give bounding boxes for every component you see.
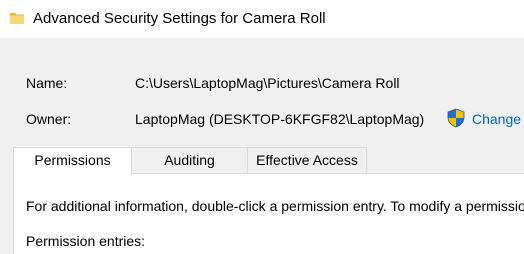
tab-effective-access-label: Effective Access: [256, 152, 358, 168]
tab-permissions-label: Permissions: [34, 152, 111, 168]
tab-strip: Permissions Auditing Effective Access: [13, 147, 524, 175]
folder-icon: [10, 13, 24, 24]
tab-auditing[interactable]: Auditing: [131, 147, 248, 173]
tab-permissions[interactable]: Permissions: [13, 147, 132, 175]
name-label: Name:: [26, 75, 68, 91]
tab-auditing-label: Auditing: [164, 152, 215, 168]
change-owner-link[interactable]: Change: [472, 110, 521, 128]
uac-shield-icon: [447, 108, 465, 128]
owner-value: LaptopMag (DESKTOP-6KFGF82\LaptopMag): [135, 111, 425, 127]
advanced-security-settings-window: Advanced Security Settings for Camera Ro…: [0, 0, 524, 254]
permissions-panel: For additional information, double-click…: [13, 174, 524, 254]
permissions-info-text: For additional information, double-click…: [26, 198, 524, 214]
permission-entries-label: Permission entries:: [26, 233, 146, 249]
name-value: C:\Users\LaptopMag\Pictures\Camera Roll: [135, 75, 400, 91]
owner-label: Owner:: [26, 111, 72, 127]
window-title: Advanced Security Settings for Camera Ro…: [33, 10, 326, 27]
tab-effective-access[interactable]: Effective Access: [247, 147, 367, 173]
title-bar[interactable]: Advanced Security Settings for Camera Ro…: [0, 0, 524, 38]
